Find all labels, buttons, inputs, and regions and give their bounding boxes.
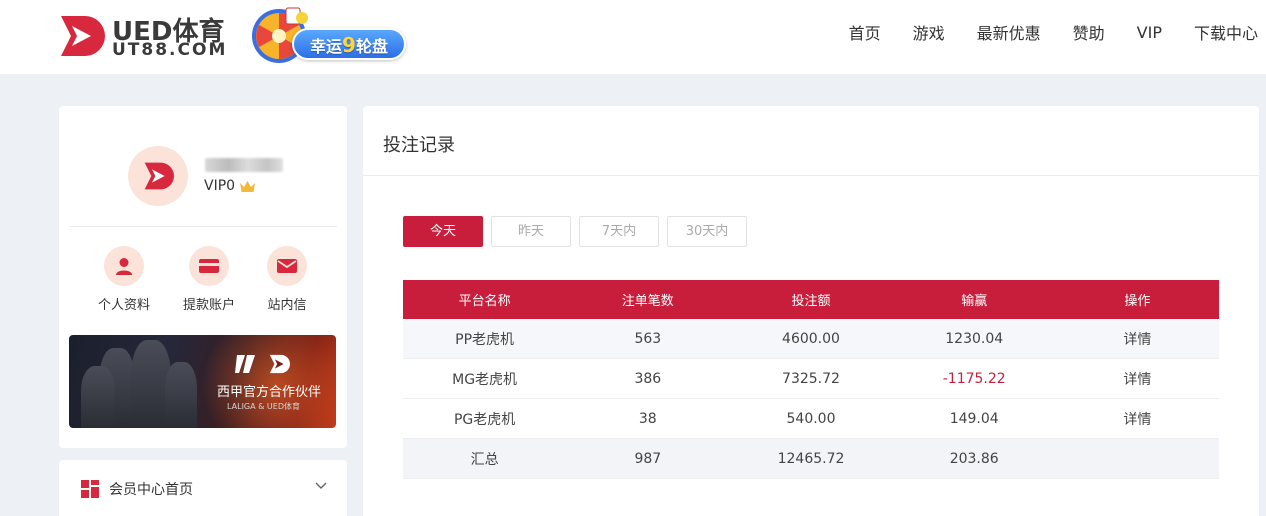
cell-amount: 540.00: [786, 410, 836, 427]
cell-platform: MG老虎机: [452, 371, 518, 388]
quick-link-label: 提款账户: [182, 298, 235, 313]
laliga-partner-banner[interactable]: 西甲官方合作伙伴 LALIGA & UED体育: [69, 335, 336, 428]
banner-player: [165, 362, 197, 428]
details-link[interactable]: 详情: [1056, 359, 1219, 398]
header-count: 注单笔数: [621, 294, 674, 309]
title-divider: [363, 175, 1259, 176]
tab-today[interactable]: 今天: [403, 216, 483, 247]
ued-logo-icon: [269, 354, 290, 374]
tab-30-days[interactable]: 30天内: [667, 216, 747, 247]
dashboard-icon: [81, 480, 99, 498]
tab-yesterday[interactable]: 昨天: [491, 216, 571, 247]
cell-win-loss: 149.04: [949, 410, 999, 427]
avatar-logo-icon: [144, 162, 174, 190]
quick-icon-wrap: [267, 246, 307, 286]
cell-total-label: 汇总: [470, 451, 499, 468]
table-header: 平台名称 注单笔数 投注额 输赢 操作: [403, 280, 1219, 319]
username-blurred: [205, 158, 283, 172]
nav-games[interactable]: 游戏: [913, 20, 945, 44]
cell-win-loss: 1230.04: [945, 330, 1004, 347]
promo-suffix: 轮盘: [355, 37, 388, 56]
cell-count: 563: [634, 330, 662, 347]
card-icon: [199, 259, 219, 273]
cell-total-action: [1056, 439, 1219, 478]
cell-total-count: 987: [634, 450, 662, 467]
banner-player: [81, 366, 115, 428]
bet-records-table: 平台名称 注单笔数 投注额 输赢 操作 PP老虎机 563 4600.00 12…: [403, 280, 1219, 479]
banner-subtitle: LALIGA & UED体育: [227, 402, 300, 411]
header-win-loss: 输赢: [961, 294, 988, 309]
logo-mark-icon: [61, 16, 105, 56]
details-link[interactable]: 详情: [1056, 319, 1219, 358]
logo-domain: UT88.COM: [112, 40, 228, 60]
user-icon: [116, 258, 132, 275]
cell-total-amount: 12465.72: [777, 450, 845, 467]
cell-count: 386: [634, 370, 662, 387]
banner-title: 西甲官方合作伙伴: [217, 385, 322, 400]
header-platform: 平台名称: [458, 294, 511, 309]
cell-amount: 4600.00: [782, 330, 840, 347]
cell-win-loss: -1175.22: [942, 370, 1006, 387]
profile-divider: [69, 226, 337, 227]
promo-prefix: 幸运: [310, 37, 343, 56]
details-link[interactable]: 详情: [1056, 399, 1219, 438]
top-header: UED体育 UT88.COM 幸运9轮盘 首页 游戏 最新优惠 赞助 VIP 下…: [0, 0, 1266, 74]
nav-home[interactable]: 首页: [849, 20, 881, 44]
tab-7-days[interactable]: 7天内: [579, 216, 659, 247]
header-amount: 投注额: [791, 294, 831, 309]
quick-link-profile[interactable]: 个人资料: [84, 246, 164, 313]
cell-amount: 7325.72: [782, 370, 840, 387]
table-row: MG老虎机 386 7325.72 -1175.22 详情: [403, 359, 1219, 399]
nav-download[interactable]: 下载中心: [1194, 20, 1258, 44]
site-logo[interactable]: UED体育 UT88.COM: [57, 12, 237, 60]
quick-icon-wrap: [104, 246, 144, 286]
vip-level: VIP0: [204, 178, 256, 194]
lucky-wheel-promo[interactable]: 幸运9轮盘: [250, 6, 408, 64]
table-summary-row: 汇总 987 12465.72 203.86: [403, 439, 1219, 479]
page-title: 投注记录: [383, 135, 455, 156]
table-row: PG老虎机 38 540.00 149.04 详情: [403, 399, 1219, 439]
nav-promotions[interactable]: 最新优惠: [977, 20, 1041, 44]
quick-icon-wrap: [189, 246, 229, 286]
avatar[interactable]: [128, 146, 188, 206]
menu-item-member-home[interactable]: 会员中心首页: [109, 479, 193, 499]
cell-total-win-loss: 203.86: [949, 450, 999, 467]
quick-link-withdraw-account[interactable]: 提款账户: [169, 246, 249, 313]
nav-sponsorship[interactable]: 赞助: [1073, 20, 1105, 44]
mail-icon: [277, 259, 297, 273]
member-menu: 会员中心首页: [59, 460, 347, 516]
header-action: 操作: [1124, 294, 1151, 309]
vip-level-label: VIP0: [204, 178, 236, 194]
cell-platform: PP老虎机: [455, 331, 515, 348]
chevron-down-icon[interactable]: [315, 482, 327, 490]
cell-platform: PG老虎机: [453, 411, 516, 428]
main-nav: 首页 游戏 最新优惠 赞助 VIP 下载中心: [817, 0, 1258, 64]
crown-icon: [240, 180, 256, 192]
promo-text: 幸运9轮盘: [310, 33, 388, 57]
nav-vip[interactable]: VIP: [1137, 23, 1162, 42]
promo-number: 9: [342, 33, 356, 57]
quick-link-label: 个人资料: [97, 298, 150, 313]
quick-link-label: 站内信: [267, 298, 307, 313]
table-row: PP老虎机 563 4600.00 1230.04 详情: [403, 319, 1219, 359]
profile-card: VIP0 个人资料 提款账户 站内信 西甲官方合作伙伴 LALIGA & UED…: [59, 106, 347, 448]
cell-count: 38: [638, 410, 657, 427]
laliga-logo-icon: [235, 355, 255, 373]
banner-logos: [233, 353, 291, 375]
quick-link-messages[interactable]: 站内信: [247, 246, 327, 313]
bet-records-panel: 投注记录 今天 昨天 7天内 30天内 平台名称 注单笔数 投注额 输赢 操作 …: [363, 106, 1259, 516]
